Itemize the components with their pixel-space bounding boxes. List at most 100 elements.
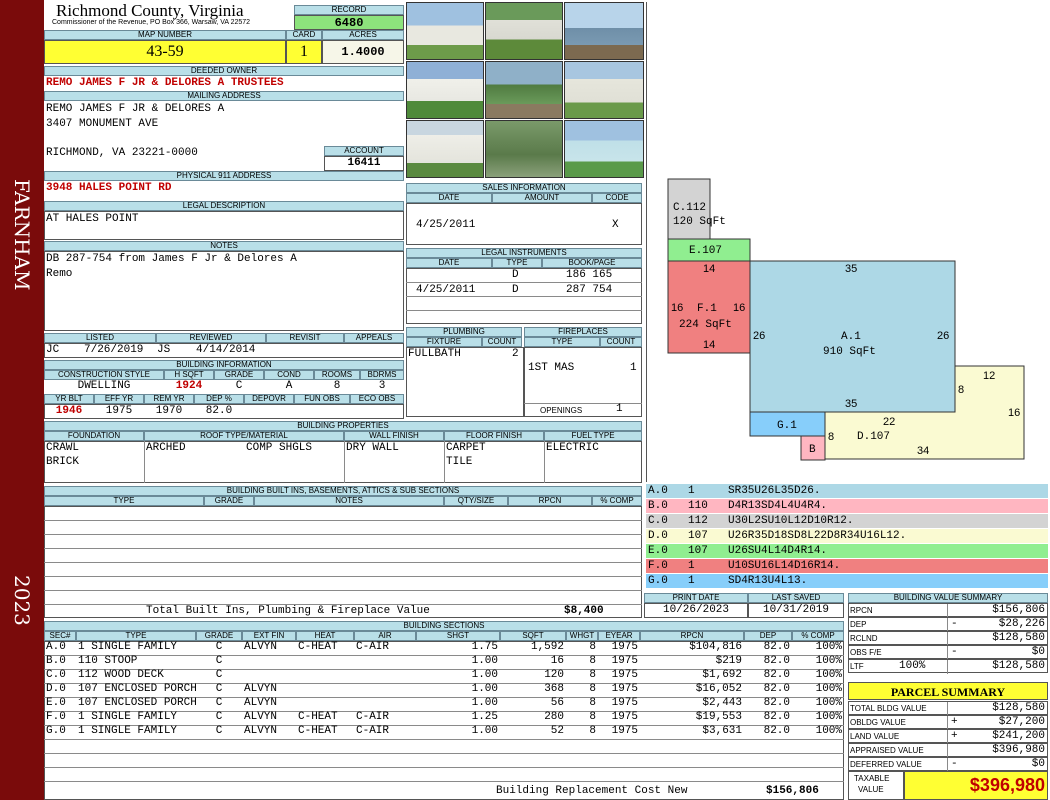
construction-style-label: CONSTRUCTION STYLE bbox=[44, 370, 164, 380]
section-cell: 1 SINGLE FAMILY bbox=[78, 641, 178, 653]
rooms-value: 8 bbox=[333, 380, 341, 392]
photo-sign[interactable] bbox=[485, 120, 563, 178]
section-cell: 82.0 bbox=[763, 683, 790, 695]
section-cell: 1.75 bbox=[471, 641, 498, 653]
section-cell: 280 bbox=[544, 711, 564, 723]
ps-row-label: TOTAL BLDG VALUE bbox=[850, 704, 927, 713]
legend-sec: B.0 bbox=[648, 500, 668, 512]
section-cell: 1.00 bbox=[471, 683, 498, 695]
section-cell: 1.00 bbox=[471, 725, 498, 737]
legend-sec: A.0 bbox=[648, 485, 668, 497]
section-cell: 1975 bbox=[611, 641, 638, 653]
map-number-label: MAP NUMBER bbox=[44, 30, 286, 40]
sketch-f-label: F.1 bbox=[697, 303, 717, 315]
county-header: Richmond County, Virginia Commissioner o… bbox=[44, 2, 294, 30]
taxable-label-1: TAXABLE bbox=[854, 774, 890, 783]
mailing-line-2: 3407 MONUMENT AVE bbox=[46, 118, 159, 130]
bi-comp-label: % COMP bbox=[592, 496, 642, 506]
sketch-f-area: 224 SqFt bbox=[679, 319, 732, 331]
section-header-10: RPCN bbox=[640, 631, 744, 641]
photo-garage-1[interactable] bbox=[406, 2, 484, 60]
section-cell: 1.00 bbox=[471, 669, 498, 681]
section-cell: $104,816 bbox=[689, 641, 742, 653]
account-label: ACCOUNT bbox=[324, 146, 404, 156]
sketch-d-label: D.107 bbox=[857, 431, 890, 443]
dim-d-22: 22 bbox=[883, 416, 895, 428]
sketch-c-area: 120 SqFt bbox=[673, 216, 726, 228]
wall-finish-label: WALL FINISH bbox=[344, 431, 444, 441]
section-cell: C-HEAT bbox=[298, 711, 338, 723]
li-type-2: D bbox=[512, 284, 519, 296]
legal-description-label: LEGAL DESCRIPTION bbox=[44, 201, 404, 211]
section-cell: 56 bbox=[550, 697, 564, 709]
section-cell: 1 SINGLE FAMILY bbox=[78, 725, 178, 737]
mailing-line-3: RICHMOND, VA 23221-0000 bbox=[46, 147, 198, 159]
section-header-8: WHGT bbox=[566, 631, 598, 641]
bv-row-sign: - bbox=[951, 618, 958, 630]
deeded-owner: REMO JAMES F JR & DELORES A TRUSTEES bbox=[46, 77, 284, 89]
section-cell: C bbox=[215, 655, 223, 667]
legend-row: B.0 110 D4R13SD4L4U4R4. bbox=[646, 499, 1048, 514]
section-header-9: EYEAR bbox=[598, 631, 640, 641]
ps-row-sign: - bbox=[951, 758, 958, 770]
bi-grade-label: GRADE bbox=[204, 496, 254, 506]
remyr-label: REM YR bbox=[144, 394, 194, 404]
li-date-2: 4/25/2011 bbox=[416, 284, 476, 296]
builtins-total-label: Total Built Ins, Plumbing & Fireplace Va… bbox=[146, 605, 430, 617]
record-value: 6480 bbox=[294, 15, 404, 30]
bv-row-value: $128,580 bbox=[992, 632, 1045, 644]
photo-house-3[interactable] bbox=[564, 120, 644, 178]
last-saved: 10/31/2019 bbox=[748, 603, 844, 618]
section-cell: 1975 bbox=[611, 697, 638, 709]
li-type-label: TYPE bbox=[492, 258, 542, 268]
sales-code-label: CODE bbox=[592, 193, 642, 203]
side-year: 2023 bbox=[10, 574, 34, 626]
depovr-label: DEPOVR bbox=[244, 394, 294, 404]
section-cell: 1975 bbox=[611, 655, 638, 667]
legal-description: AT HALES POINT bbox=[46, 213, 139, 225]
legend-row: C.0 112 U30L2SU10L12D10R12. bbox=[646, 514, 1048, 529]
appeals-label: APPEALS bbox=[344, 333, 404, 343]
revisit-label: REVISIT bbox=[266, 333, 344, 343]
section-cell: 100% bbox=[815, 697, 842, 709]
section-cell: 110 STOOP bbox=[78, 655, 138, 667]
li-date-label: DATE bbox=[406, 258, 492, 268]
bv-row-label: RPCN bbox=[850, 606, 873, 615]
section-cell: C bbox=[215, 683, 223, 695]
print-date: 10/26/2023 bbox=[644, 603, 748, 618]
builtins-total: $8,400 bbox=[564, 605, 604, 617]
section-cell: 8 bbox=[589, 697, 596, 709]
section-header-4: HEAT bbox=[296, 631, 354, 641]
section-header-0: SEC# bbox=[44, 631, 76, 641]
commissioner-line: Commissioner of the Revenue, PO Box 366,… bbox=[52, 19, 251, 26]
legend-row: E.0 107 U26SU4L14D4R14. bbox=[646, 544, 1048, 559]
notes-line-1: DB 287-754 from James F Jr & Delores A bbox=[46, 253, 297, 265]
sales-amount-label: AMOUNT bbox=[492, 193, 592, 203]
li-book-1: 186 165 bbox=[566, 269, 613, 281]
section-cell: 112 WOOD DECK bbox=[78, 669, 164, 681]
photo-garage-2[interactable] bbox=[564, 61, 644, 119]
mailing-address-label: MAILING ADDRESS bbox=[44, 91, 404, 101]
legend-sec: G.0 bbox=[648, 575, 668, 587]
notes-line-2: Remo bbox=[46, 268, 73, 280]
building-sections-label: BUILDING SECTIONS bbox=[44, 621, 844, 631]
section-cell: G.0 bbox=[46, 725, 66, 737]
photo-pier[interactable] bbox=[564, 2, 644, 60]
physical-address-label: PHYSICAL 911 ADDRESS bbox=[44, 171, 404, 181]
section-cell: $1,692 bbox=[702, 669, 742, 681]
photo-house-2[interactable] bbox=[406, 61, 484, 119]
legend-n: 112 bbox=[688, 515, 708, 527]
ps-row: OBLDG VALUE + $27,200 bbox=[848, 715, 1048, 730]
building-properties-label: BUILDING PROPERTIES bbox=[44, 421, 642, 431]
bv-row-label: RCLND bbox=[850, 634, 878, 643]
section-cell: C-AIR bbox=[356, 725, 390, 737]
photo-garage-3[interactable] bbox=[406, 120, 484, 178]
fire-count: 1 bbox=[630, 362, 637, 374]
photo-water-view[interactable] bbox=[485, 61, 563, 119]
floor-finish-1: CARPET bbox=[446, 442, 486, 454]
dep-value: 82.0 bbox=[205, 405, 233, 417]
section-cell: $3,631 bbox=[702, 725, 742, 737]
photo-house-1[interactable] bbox=[485, 2, 563, 60]
section-cell: 52 bbox=[550, 725, 564, 737]
section-cell: 120 bbox=[544, 669, 564, 681]
